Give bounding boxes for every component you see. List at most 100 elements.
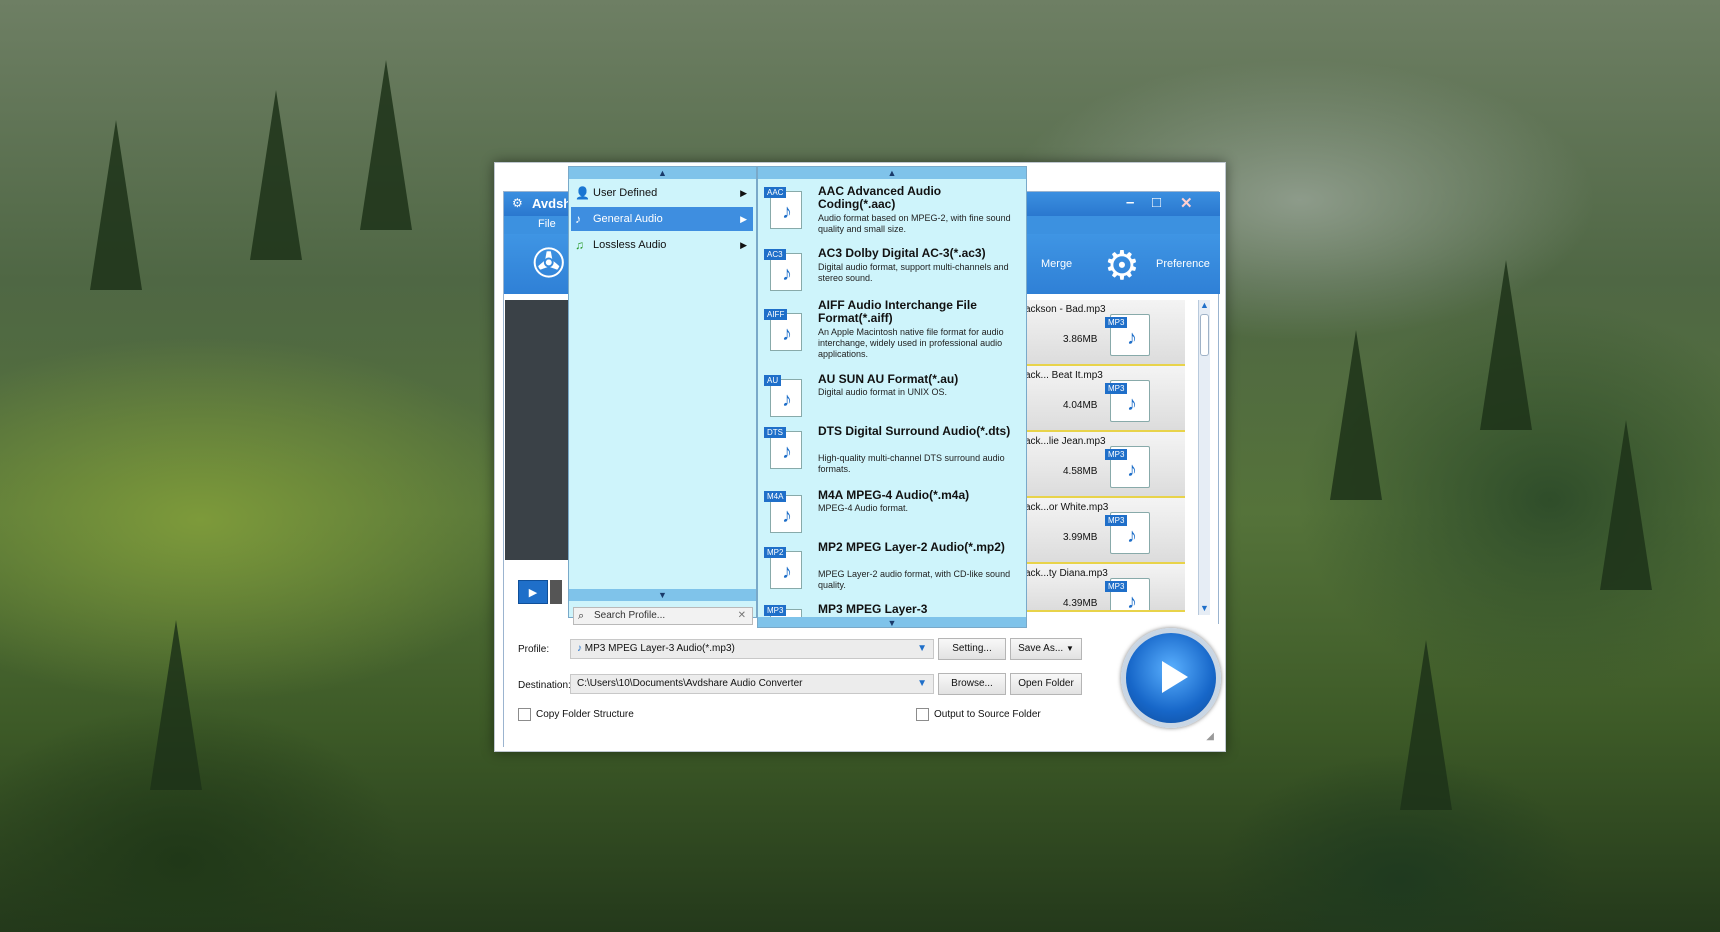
format-name: AU SUN AU Format(*.au) [818,372,959,386]
file-row[interactable]: ack...or White.mp3 3.99MB MP3 ♪ [1023,498,1185,564]
chevron-down-icon: ▼ [1065,644,1074,653]
resize-grip-icon[interactable]: ◢ [1206,731,1214,742]
scroll-down-icon[interactable]: ▼ [758,617,1026,627]
mp3-file-icon: MP3 ♪ [1105,314,1150,356]
menu-file[interactable]: File [538,218,556,230]
file-size: 3.99MB [1063,532,1098,543]
play-icon [1162,661,1188,693]
output-to-source-label: Output to Source Folder [934,709,1041,720]
format-item[interactable]: AC3 ♪ AC3 Dolby Digital AC-3(*.ac3) Digit… [758,247,1026,297]
setting-button[interactable]: Setting... [938,638,1006,660]
file-row[interactable]: ackson - Bad.mp3 3.86MB MP3 ♪ [1023,300,1185,366]
audio-file-icon: M4A ♪ [762,491,806,537]
save-as-button[interactable]: Save As... ▼ [1010,638,1082,660]
format-description: MPEG Layer-2 audio format, with CD-like … [818,569,1011,590]
gear-icon[interactable]: ⚙ [1104,246,1140,286]
window-title: Avdsh [532,196,572,211]
copy-folder-structure-checkbox[interactable] [518,708,531,721]
file-size: 4.58MB [1063,466,1098,477]
chevron-right-icon: ▶ [740,188,747,198]
app-logo-icon: ⚙ [512,196,523,210]
destination-label: Destination: [518,680,571,691]
chevron-down-icon: ▼ [917,643,927,654]
format-description: Audio format based on MPEG-2, with fine … [818,213,1011,234]
scroll-thumb[interactable] [1200,314,1209,356]
format-description: Digital audio format, support multi-chan… [818,262,1009,283]
format-name: AIFF Audio Interchange File Format(*.aif… [818,298,977,325]
file-name: ack... Beat It.mp3 [1025,370,1103,381]
format-item[interactable]: MP2 ♪ MP2 MPEG Layer-2 Audio(*.mp2) MPEG … [758,541,1026,593]
file-name: ack...or White.mp3 [1025,502,1109,513]
maximize-icon[interactable]: □ [1152,194,1161,211]
format-menu: ▲ AAC ♪ AAC Advanced Audio Coding(*.aac) … [757,166,1027,628]
profile-select[interactable]: ♪ MP3 MPEG Layer-3 Audio(*.mp3) ▼ [570,639,934,659]
scroll-down-icon[interactable]: ▼ [1200,603,1209,613]
mp3-file-icon: MP3 ♪ [1105,446,1150,488]
audio-file-icon: MP2 ♪ [762,547,806,593]
scroll-up-icon[interactable]: ▲ [758,167,1026,179]
audio-file-icon: AIFF ♪ [762,309,806,355]
format-description: An Apple Macintosh native file format fo… [818,327,1004,359]
file-row[interactable]: ack...ty Diana.mp3 4.39MB MP3 ♪ [1023,564,1185,612]
audio-file-icon: AC3 ♪ [762,249,806,295]
scroll-down-icon[interactable]: ▼ [569,589,756,601]
user-icon: 👤 [575,186,590,200]
search-profile-input[interactable]: ⌕ Search Profile... ✕ [573,607,753,625]
format-name: MP2 MPEG Layer-2 Audio(*.mp2) [818,540,1005,554]
audio-file-icon: DTS ♪ [762,427,806,473]
category-user-defined[interactable]: 👤 User Defined ▶ [571,181,753,205]
file-list: ackson - Bad.mp3 3.86MB MP3 ♪ ack... Beat… [1023,300,1202,625]
background-tree [1400,640,1452,810]
destination-field[interactable]: C:\Users\10\Documents\Avdshare Audio Con… [570,674,934,694]
open-folder-button[interactable]: Open Folder [1010,673,1082,695]
clear-icon[interactable]: ✕ [738,608,746,624]
file-name: ack...ty Diana.mp3 [1025,568,1108,579]
play-button[interactable]: ▶ [518,580,548,604]
preference-button[interactable]: Preference [1156,258,1210,270]
format-item[interactable]: AU ♪ AU SUN AU Format(*.au) Digital audio… [758,373,1026,417]
convert-button[interactable] [1121,628,1221,728]
settings-panel: Profile: ♪ MP3 MPEG Layer-3 Audio(*.mp3)… [504,624,1220,748]
format-item[interactable]: M4A ♪ M4A MPEG-4 Audio(*.m4a) MPEG-4 Audi… [758,489,1026,533]
file-name: ack...lie Jean.mp3 [1025,436,1106,447]
format-item[interactable]: AAC ♪ AAC Advanced Audio Coding(*.aac) Au… [758,185,1026,237]
merge-button[interactable]: Merge [1041,258,1072,270]
file-row[interactable]: ack...lie Jean.mp3 4.58MB MP3 ♪ [1023,432,1185,498]
background-tree [1600,420,1652,590]
close-icon[interactable]: ✕ [1180,194,1193,212]
background-tree [360,60,412,230]
video-preview [505,300,569,560]
category-lossless-audio[interactable]: ♫ Lossless Audio ▶ [571,233,753,257]
minimize-icon[interactable]: – [1126,194,1134,211]
file-list-scrollbar[interactable]: ▲ ▼ [1198,300,1210,615]
file-row[interactable]: ack... Beat It.mp3 4.04MB MP3 ♪ [1023,366,1185,432]
format-item[interactable]: DTS ♪ DTS Digital Surround Audio(*.dts) H… [758,425,1026,477]
file-size: 3.86MB [1063,334,1098,345]
scroll-up-icon[interactable]: ▲ [1200,300,1209,310]
background-tree [1330,330,1382,500]
file-size: 4.39MB [1063,598,1098,609]
film-reel-icon[interactable]: ✇ [532,244,566,284]
mp3-file-icon: MP3 ♪ [1105,380,1150,422]
scroll-up-icon[interactable]: ▲ [569,167,756,179]
format-name: AC3 Dolby Digital AC-3(*.ac3) [818,246,986,260]
file-size: 4.04MB [1063,400,1098,411]
copy-folder-structure-label: Copy Folder Structure [536,709,634,720]
format-description: MPEG-4 Audio format. [818,503,909,513]
format-item[interactable]: AIFF ♪ AIFF Audio Interchange File Format… [758,299,1026,363]
chevron-down-icon: ▼ [917,678,927,689]
format-description: High-quality multi-channel DTS surround … [818,453,1005,474]
background-tree [150,620,202,790]
destination-value: C:\Users\10\Documents\Avdshare Audio Con… [577,678,803,689]
background-tree [90,120,142,290]
format-name: MP3 MPEG Layer-3 [818,602,928,616]
category-general-audio[interactable]: ♪ General Audio ▶ [571,207,753,231]
stop-button[interactable] [550,580,562,604]
audio-file-icon: AU ♪ [762,375,806,421]
profile-value: MP3 MPEG Layer-3 Audio(*.mp3) [584,643,735,654]
audio-file-icon: AAC ♪ [762,187,806,233]
mp3-file-icon: MP3 ♪ [1105,512,1150,554]
note-icon: ♪ [575,212,581,226]
browse-button[interactable]: Browse... [938,673,1006,695]
output-to-source-checkbox[interactable] [916,708,929,721]
